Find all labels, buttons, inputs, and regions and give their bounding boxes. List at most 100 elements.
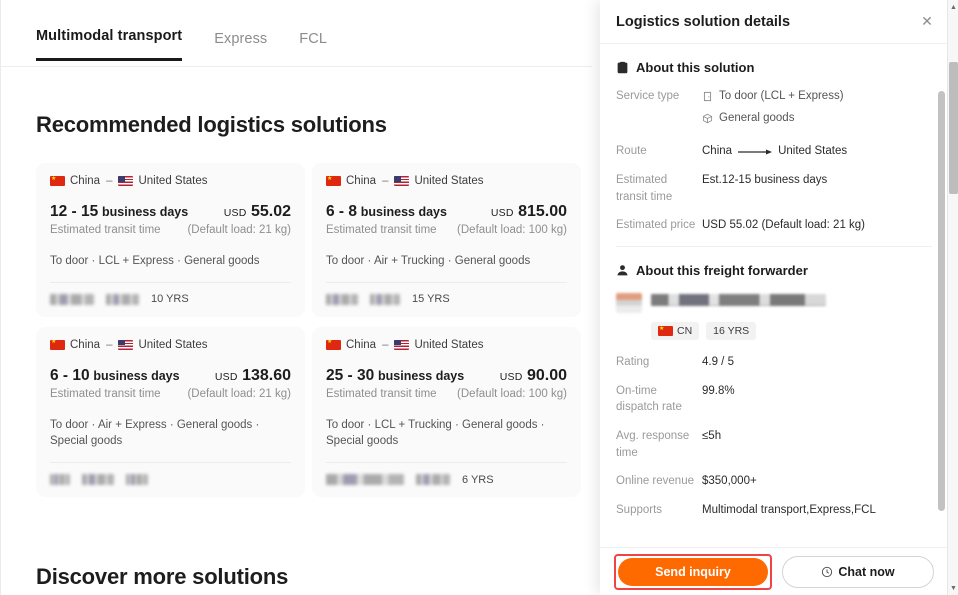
card-divider bbox=[326, 462, 567, 464]
forwarder-identity[interactable] bbox=[616, 291, 932, 314]
chat-now-button[interactable]: Chat now bbox=[782, 555, 934, 588]
card-price-row: 25 - 30 business days USD 90.00 bbox=[326, 367, 567, 385]
card-currency: USD bbox=[499, 370, 523, 383]
chat-now-label: Chat now bbox=[838, 564, 895, 579]
browser-scrollbar[interactable]: ▲ ▼ bbox=[947, 0, 958, 595]
supports-value: Multimodal transport,Express,FCL bbox=[702, 504, 876, 517]
solution-card[interactable]: China – United States 6 - 10 business da… bbox=[36, 326, 305, 498]
clock-icon bbox=[821, 566, 833, 578]
route-label: Route bbox=[616, 145, 647, 158]
card-price-row: 6 - 8 business days USD 815.00 bbox=[326, 203, 567, 221]
scroll-up-icon[interactable]: ▲ bbox=[948, 1, 958, 13]
tab-express[interactable]: Express bbox=[214, 31, 267, 61]
card-days-range: 6 - 10 bbox=[50, 366, 90, 384]
card-features: To door · LCL + Trucking · General goods… bbox=[326, 418, 545, 448]
route-destination: United States bbox=[778, 145, 848, 158]
person-icon bbox=[616, 264, 629, 277]
service-type-label: Service type bbox=[616, 90, 680, 102]
arrow-right-icon bbox=[738, 148, 773, 156]
card-destination: United States bbox=[414, 338, 484, 351]
card-years-badge: 6 YRS bbox=[462, 473, 494, 486]
card-amount: 55.02 bbox=[250, 203, 291, 220]
card-features: To door · LCL + Express · General goods bbox=[50, 255, 260, 267]
card-days-unit: business days bbox=[102, 205, 189, 219]
tabs-divider bbox=[1, 66, 592, 67]
card-days-unit: business days bbox=[378, 368, 465, 383]
panel-scrollbar[interactable] bbox=[938, 91, 945, 547]
tab-fcl[interactable]: FCL bbox=[299, 31, 327, 61]
card-destination: United States bbox=[414, 175, 484, 187]
united-states-flag-icon bbox=[394, 339, 410, 350]
scroll-down-icon[interactable]: ▼ bbox=[948, 582, 958, 594]
card-route: China – United States bbox=[326, 339, 567, 351]
about-forwarder-heading: About this freight forwarder bbox=[616, 263, 932, 278]
rating-row: Rating 4.9 / 5 bbox=[616, 354, 932, 371]
china-flag-icon bbox=[326, 176, 341, 186]
solution-card[interactable]: China – United States 6 - 8 business day… bbox=[312, 163, 581, 317]
panel-header: Logistics solution details ✕ bbox=[600, 0, 948, 44]
service-type-to-door-text: To door (LCL + Express) bbox=[719, 90, 844, 102]
card-destination: United States bbox=[138, 338, 208, 351]
card-currency: USD bbox=[490, 207, 514, 219]
service-type-general-goods-text: General goods bbox=[719, 111, 795, 124]
solution-card[interactable]: China – United States 25 - 30 business d… bbox=[312, 326, 581, 498]
online-revenue-row: Online revenue $350,000+ bbox=[616, 473, 932, 490]
card-route: China – United States bbox=[50, 175, 291, 187]
card-divider bbox=[50, 281, 291, 283]
card-origin: China bbox=[70, 175, 101, 187]
recommended-solutions-title: Recommended logistics solutions bbox=[36, 112, 387, 137]
about-forwarder-heading-text: About this freight forwarder bbox=[636, 263, 808, 279]
card-days-range: 25 - 30 bbox=[326, 366, 375, 384]
card-forwarder-row: 6 YRS bbox=[326, 472, 567, 487]
dispatch-rate-value: 99.8% bbox=[702, 384, 735, 397]
send-inquiry-button[interactable]: Send inquiry bbox=[618, 557, 768, 586]
card-origin: China bbox=[70, 338, 101, 351]
card-amount: 815.00 bbox=[518, 203, 567, 220]
tab-multimodal-transport[interactable]: Multimodal transport bbox=[36, 28, 183, 61]
card-forwarder-row: 15 YRS bbox=[326, 292, 567, 307]
card-years-badge: 10 YRS bbox=[151, 293, 189, 306]
card-divider bbox=[326, 281, 567, 283]
card-amount: 138.60 bbox=[242, 366, 291, 384]
card-sub-row: Estimated transit time (Default load: 10… bbox=[326, 224, 567, 236]
browser-scrollbar-thumb[interactable] bbox=[949, 62, 958, 194]
china-flag-icon bbox=[50, 339, 65, 350]
card-destination: United States bbox=[138, 175, 208, 187]
redacted-forwarder-badge bbox=[106, 293, 139, 305]
country-badge: CN bbox=[651, 322, 700, 341]
card-currency: USD bbox=[214, 370, 238, 383]
card-transit-days: 25 - 30 business days bbox=[326, 367, 464, 385]
panel-scrollbar-thumb[interactable] bbox=[938, 91, 945, 511]
card-origin: China bbox=[346, 175, 377, 187]
redacted-forwarder-name bbox=[326, 474, 404, 486]
china-flag-icon bbox=[658, 326, 673, 337]
estimated-price-value: USD 55.02 (Default load: 21 kg) bbox=[702, 219, 866, 232]
panel-title: Logistics solution details bbox=[616, 13, 791, 30]
box-icon bbox=[702, 113, 713, 124]
card-sub-row: Estimated transit time (Default load: 10… bbox=[326, 388, 567, 400]
route-separator: – bbox=[382, 338, 389, 351]
card-forwarder-row bbox=[50, 472, 291, 487]
close-icon[interactable]: ✕ bbox=[918, 13, 936, 31]
card-transit-label: Estimated transit time bbox=[326, 387, 437, 400]
dispatch-rate-row: On-time dispatch rate 99.8% bbox=[616, 383, 932, 416]
card-load: (Default load: 100 kg) bbox=[457, 224, 567, 236]
rating-label: Rating bbox=[616, 356, 650, 369]
rating-value: 4.9 / 5 bbox=[702, 356, 734, 369]
card-load: (Default load: 21 kg) bbox=[187, 387, 291, 400]
estimated-transit-label: Estimated transit time bbox=[616, 174, 673, 203]
redacted-forwarder-name bbox=[50, 293, 94, 305]
dispatch-rate-label: On-time dispatch rate bbox=[616, 384, 682, 414]
card-price-row: 6 - 10 business days USD 138.60 bbox=[50, 367, 291, 385]
service-type-values: To door (LCL + Express) General goods bbox=[702, 88, 932, 131]
clipboard-icon bbox=[616, 61, 629, 74]
card-price: USD 90.00 bbox=[500, 367, 567, 385]
card-route: China – United States bbox=[50, 339, 291, 351]
supports-row: Supports Multimodal transport,Express,FC… bbox=[616, 502, 932, 519]
card-years-badge: 15 YRS bbox=[412, 293, 450, 306]
card-load: (Default load: 100 kg) bbox=[457, 387, 567, 400]
united-states-flag-icon bbox=[118, 176, 134, 186]
card-sub-row: Estimated transit time (Default load: 21… bbox=[50, 388, 291, 400]
route-origin: China bbox=[702, 145, 733, 158]
solution-card[interactable]: China – United States 12 - 15 business d… bbox=[36, 163, 305, 317]
